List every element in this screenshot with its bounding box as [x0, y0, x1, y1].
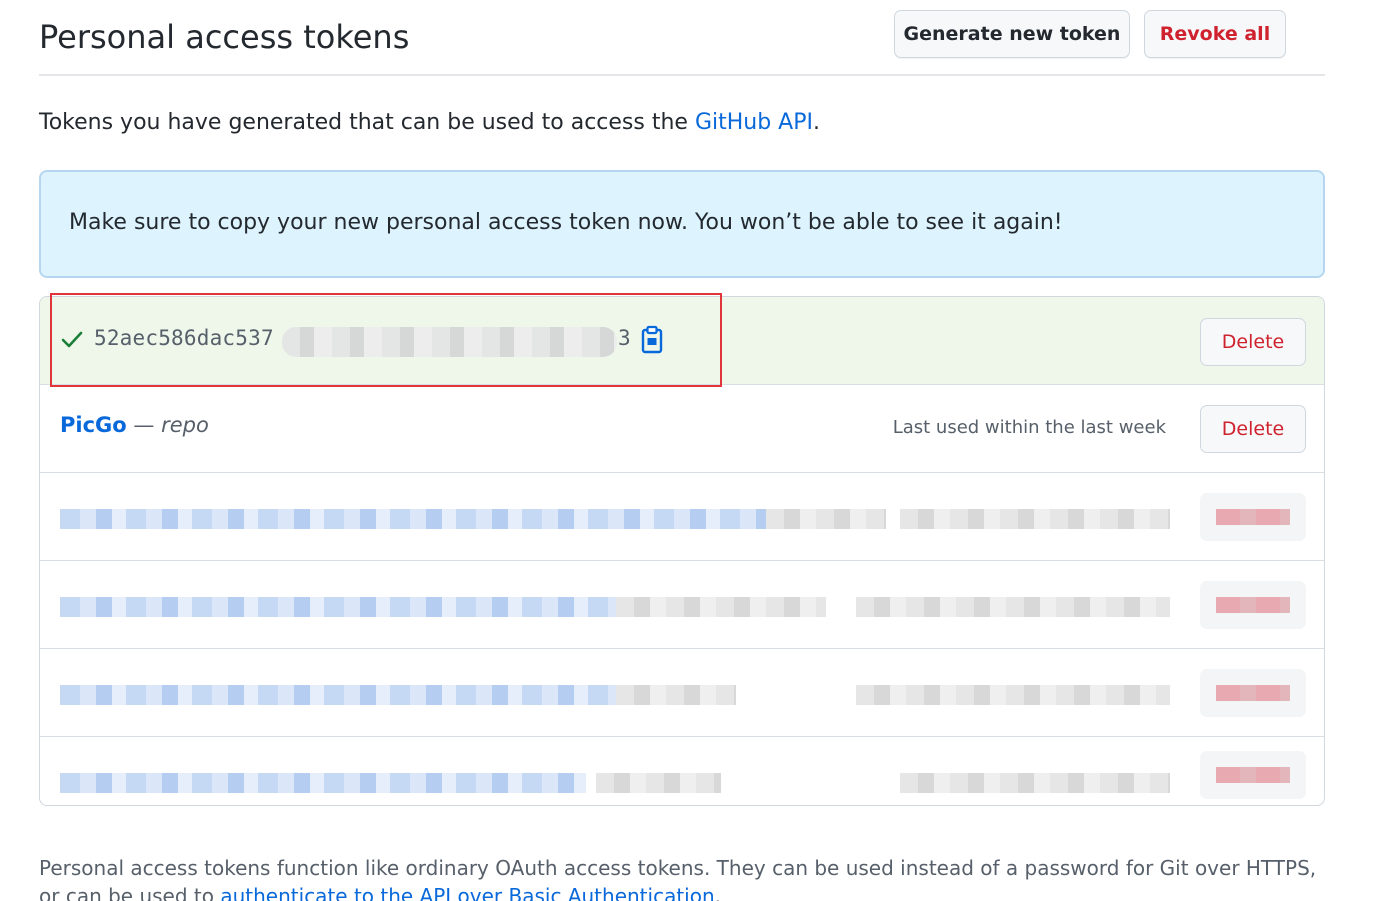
redacted-token-row	[40, 473, 1324, 561]
page-title: Personal access tokens	[39, 18, 410, 56]
footer-text-suffix: .	[714, 884, 721, 901]
intro-text-body: Tokens you have generated that can be us…	[39, 110, 695, 135]
intro-text: Tokens you have generated that can be us…	[39, 110, 820, 135]
redacted-last-used	[856, 597, 1170, 617]
redacted-delete-button[interactable]	[1200, 493, 1306, 541]
token-redaction	[282, 327, 617, 357]
redacted-delete-button[interactable]	[1200, 751, 1306, 799]
token-row: PicGo — repo Last used within the last w…	[40, 385, 1324, 473]
flash-message: Make sure to copy your new personal acce…	[69, 210, 1063, 235]
basic-auth-link[interactable]: authenticate to the API over Basic Authe…	[220, 884, 714, 901]
new-token-row: 52aec586dac537 3 Delete	[40, 297, 1324, 385]
token-scope: repo	[161, 413, 209, 437]
footer-text: Personal access tokens function like ord…	[39, 854, 1329, 901]
redacted-token-scope	[596, 773, 721, 793]
redacted-last-used	[856, 685, 1170, 705]
copy-token-flash: Make sure to copy your new personal acce…	[39, 170, 1325, 278]
redacted-token-scope	[616, 597, 826, 617]
new-token-value: 52aec586dac537	[94, 326, 274, 350]
copy-icon[interactable]	[640, 325, 664, 355]
redacted-token-scope	[616, 685, 736, 705]
redacted-delete-button[interactable]	[1200, 581, 1306, 629]
redacted-token-row	[40, 737, 1324, 805]
redacted-last-used	[900, 773, 1170, 793]
redacted-delete-button[interactable]	[1200, 669, 1306, 717]
token-separator: —	[126, 413, 162, 437]
redacted-token-row	[40, 561, 1324, 649]
redacted-token-name	[60, 773, 586, 793]
intro-text-suffix: .	[813, 110, 820, 135]
delete-new-token-button[interactable]: Delete	[1200, 318, 1306, 366]
new-token-value-end: 3	[618, 326, 631, 350]
page-header: Personal access tokens	[39, 0, 1325, 76]
token-last-used: Last used within the last week	[892, 417, 1166, 438]
redacted-token-row	[40, 649, 1324, 737]
token-name: PicGo — repo	[60, 413, 209, 437]
redacted-token-scope	[766, 509, 886, 529]
token-name-link[interactable]: PicGo	[60, 413, 127, 437]
revoke-all-button[interactable]: Revoke all	[1144, 10, 1286, 58]
check-icon	[61, 331, 83, 348]
redacted-last-used	[900, 509, 1170, 529]
delete-token-button[interactable]: Delete	[1200, 405, 1306, 453]
redacted-token-name	[60, 597, 616, 617]
generate-new-token-button[interactable]: Generate new token	[894, 10, 1130, 58]
github-api-link[interactable]: GitHub API	[695, 110, 813, 135]
redacted-token-name	[60, 685, 616, 705]
redacted-token-name	[60, 509, 766, 529]
token-list: 52aec586dac537 3 Delete PicGo — repo Las…	[39, 296, 1325, 806]
